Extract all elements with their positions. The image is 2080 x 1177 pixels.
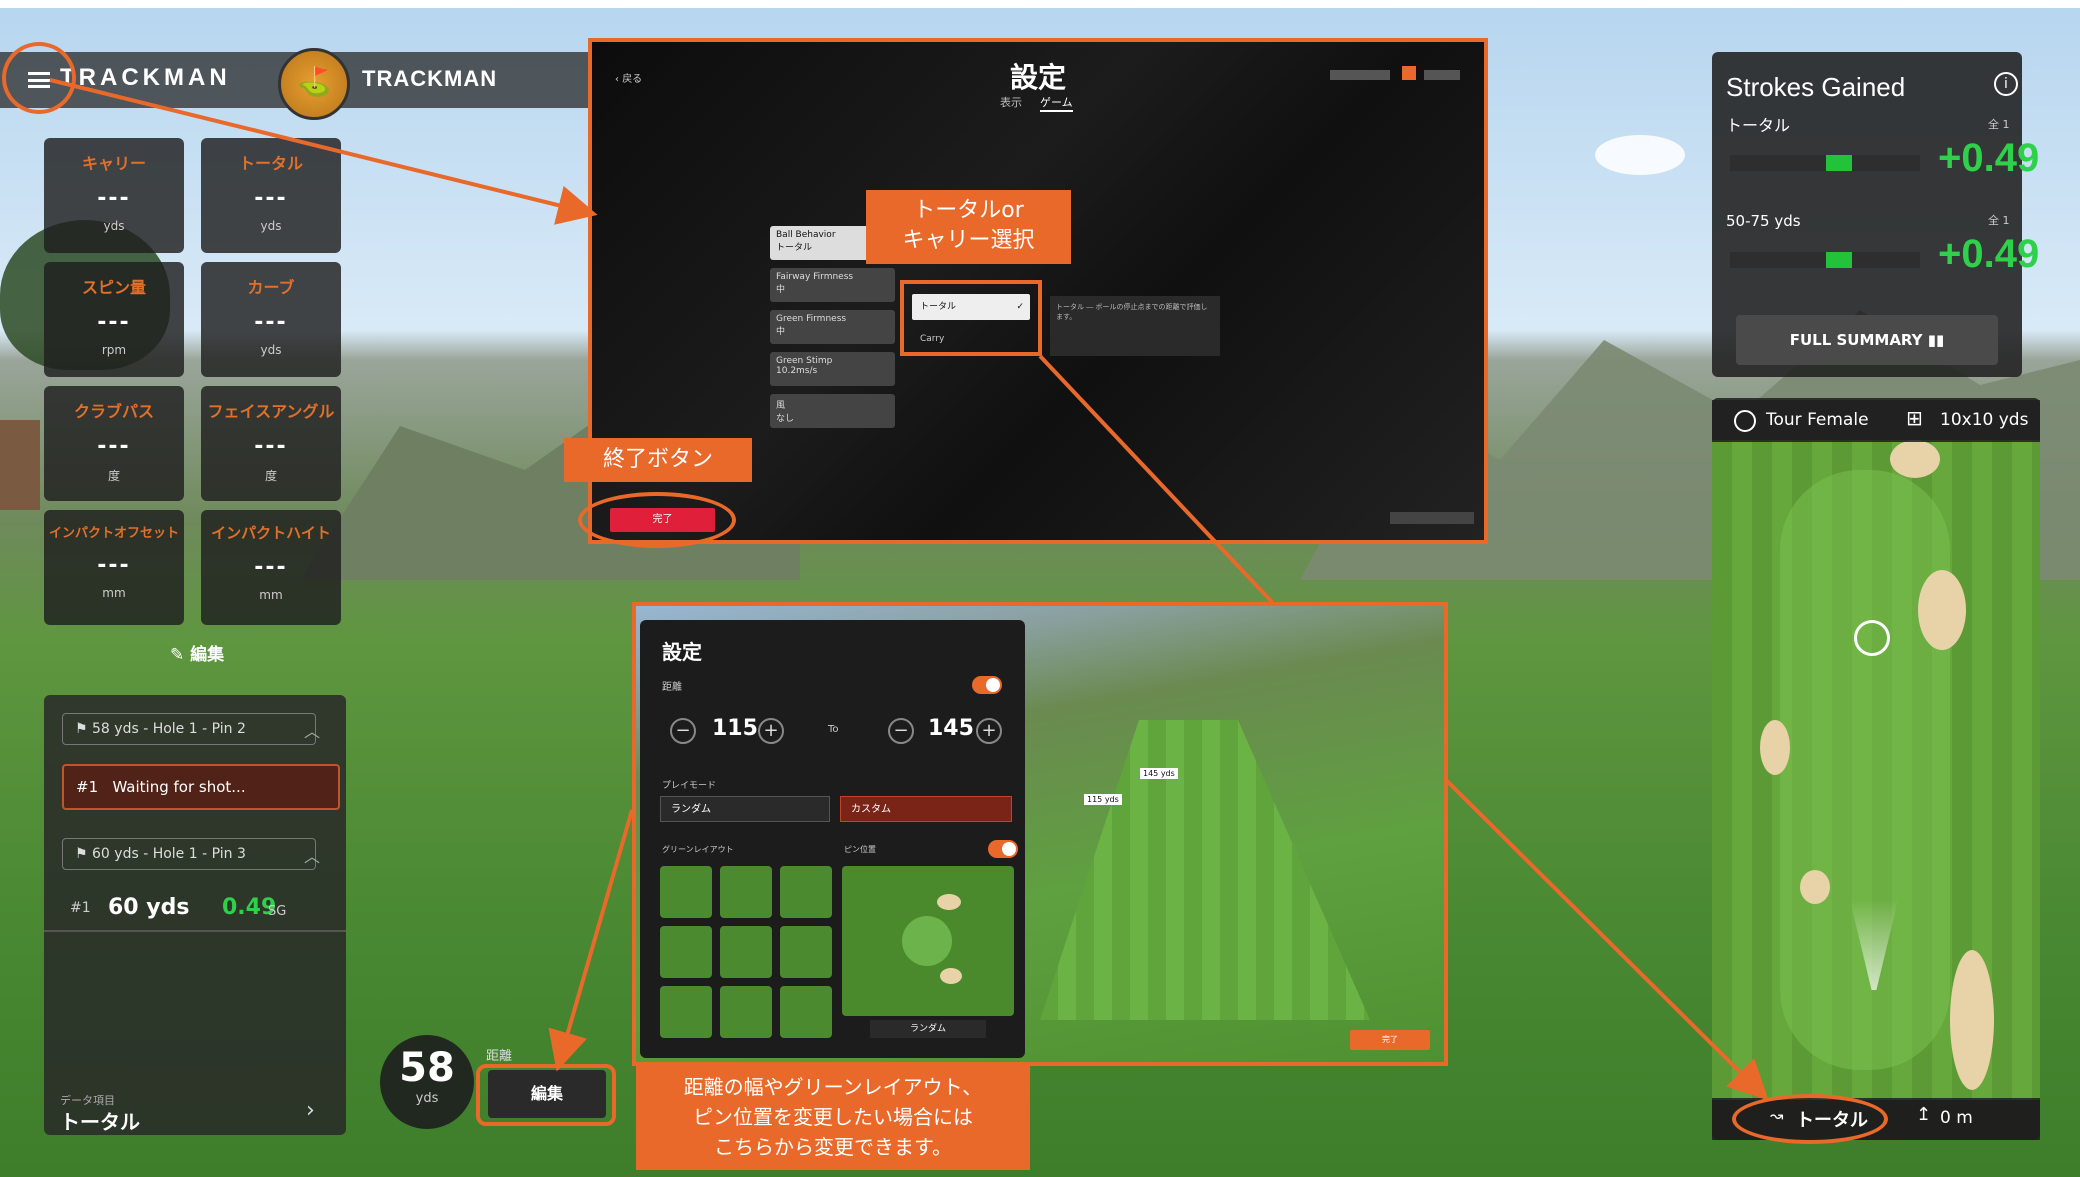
line-options-to-panel xyxy=(1038,354,1274,604)
arrow-menu-to-settings xyxy=(49,78,598,225)
arrow-panel-to-edit xyxy=(548,809,634,1072)
annotation-arrows xyxy=(49,78,1769,1101)
arrow-panel-to-map xyxy=(1444,778,1769,1101)
